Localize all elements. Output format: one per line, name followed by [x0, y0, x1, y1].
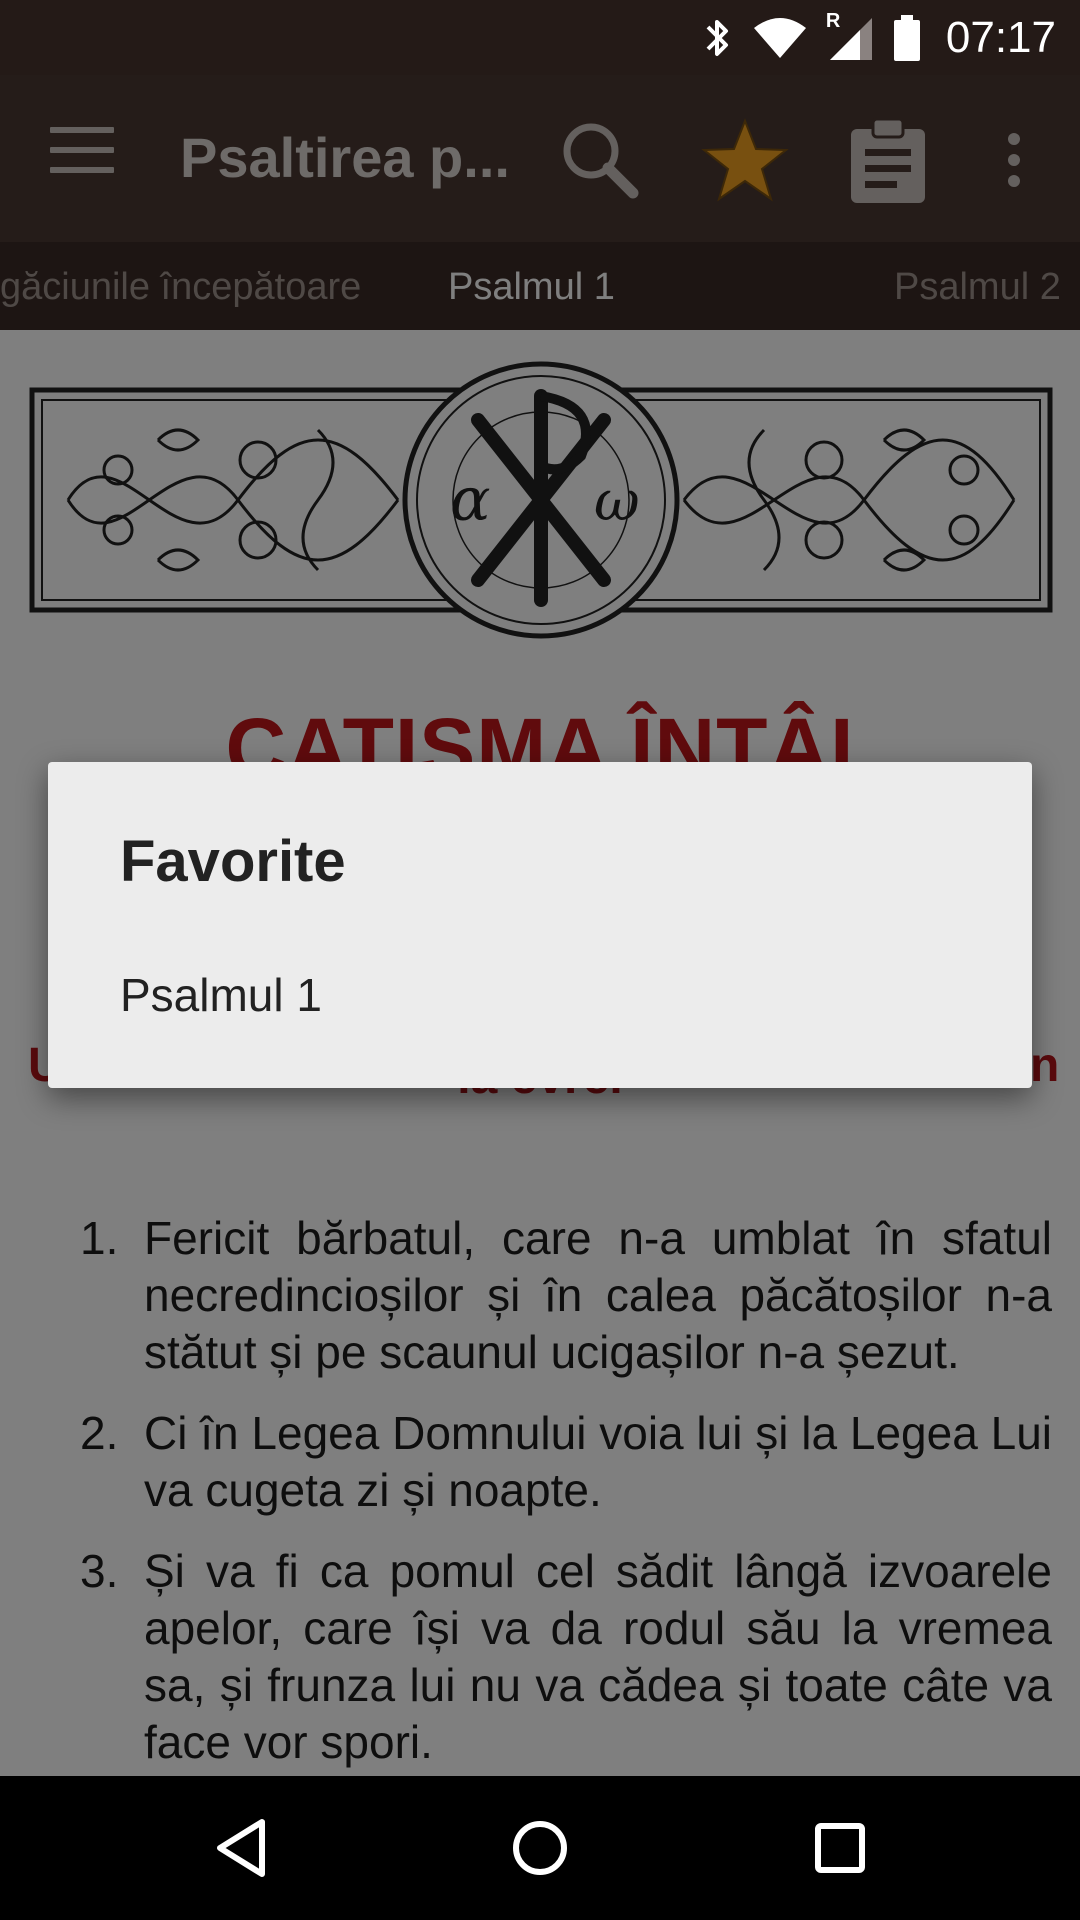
- home-icon[interactable]: [508, 1816, 572, 1880]
- back-icon[interactable]: [210, 1816, 274, 1880]
- favorite-item-psalmul-1[interactable]: Psalmul 1: [120, 968, 322, 1022]
- bluetooth-icon: [700, 13, 734, 63]
- navigation-bar: [0, 1776, 1080, 1920]
- recents-icon[interactable]: [808, 1816, 872, 1880]
- signal-roaming-icon: R: [826, 10, 874, 62]
- status-bar: R 07:17: [0, 0, 1080, 75]
- wifi-icon: [752, 16, 808, 60]
- battery-icon: [892, 13, 922, 63]
- status-time: 07:17: [945, 12, 1056, 62]
- dialog-title: Favorite: [120, 829, 346, 894]
- roaming-label: R: [825, 9, 841, 32]
- favorites-dialog: Favorite Psalmul 1: [48, 762, 1032, 1088]
